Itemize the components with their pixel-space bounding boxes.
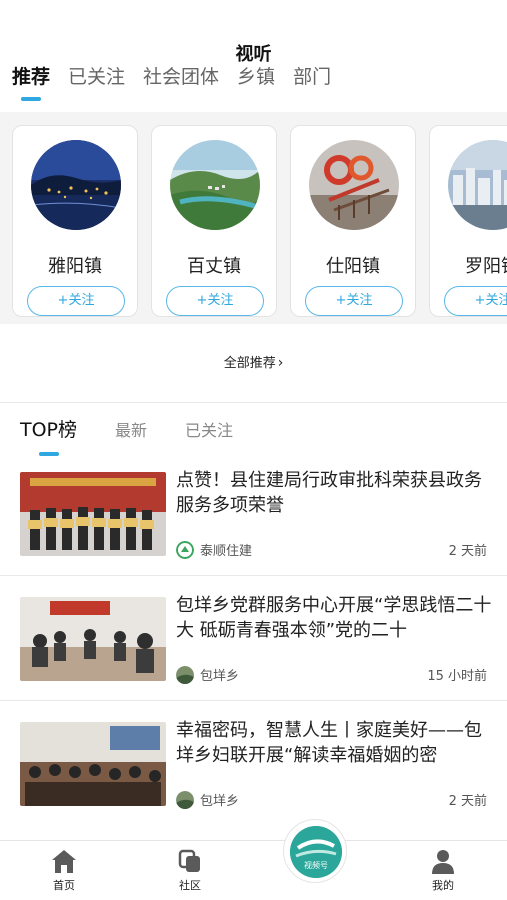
list-divider [0, 575, 507, 576]
nav-mine[interactable]: 我的 [413, 847, 473, 893]
nav-home-label: 首页 [53, 879, 75, 892]
town-avatar [170, 140, 260, 230]
news-source-name: 包垟乡 [200, 794, 240, 809]
tab-top-ranking[interactable]: TOP榜 [20, 415, 77, 442]
source-logo-icon [176, 790, 194, 809]
news-time: 2 天前 [448, 544, 487, 559]
news-item[interactable]: 包垟乡党群服务中心开展“学思践悟二十大 砥砺青春强本领”党的二十 包垟乡 15 … [0, 595, 507, 717]
news-source: 包垟乡 [176, 665, 239, 684]
recommend-card[interactable]: 雅阳镇 +关注 [12, 125, 138, 317]
source-logo-icon [176, 665, 194, 684]
follow-button[interactable]: +关注 [166, 286, 264, 316]
category-tabs: 推荐 已关注 社会团体 乡镇 部门 [12, 62, 331, 89]
town-name: 仕阳镇 [326, 256, 380, 277]
video-channel-label: 视频号 [304, 861, 328, 870]
news-time: 2 天前 [448, 794, 487, 809]
follow-button[interactable]: +关注 [444, 286, 507, 316]
list-tabs: TOP榜 最新 已关注 [20, 415, 233, 442]
news-thumbnail [20, 722, 166, 806]
tab-followed[interactable]: 已关注 [68, 62, 125, 89]
source-logo-icon [176, 540, 194, 559]
news-time: 15 小时前 [427, 669, 487, 684]
community-icon [178, 849, 200, 872]
town-avatar [448, 140, 507, 230]
news-item[interactable]: 点赞！县住建局行政审批科荣获县政务服务多项荣誉 泰顺住建 2 天前 [0, 470, 507, 592]
tab-latest[interactable]: 最新 [115, 417, 147, 441]
all-recommend-label: 全部推荐 [223, 356, 276, 371]
recommend-card[interactable]: 仕阳镇 +关注 [290, 125, 416, 317]
news-title: 包垟乡党群服务中心开展“学思践悟二十大 砥砺青春强本领”党的二十 [176, 595, 492, 641]
news-source: 泰顺住建 [176, 540, 252, 559]
chevron-right-icon: › [277, 355, 284, 371]
nav-community[interactable]: 社区 [160, 847, 220, 893]
news-title: 点赞！县住建局行政审批科荣获县政务服务多项荣誉 [176, 470, 482, 516]
nav-community-label: 社区 [179, 879, 201, 892]
town-name: 罗阳镇 [465, 256, 507, 277]
news-source: 包垟乡 [176, 790, 239, 809]
bottom-nav: 首页 社区 我的 [0, 840, 507, 900]
news-item[interactable]: 幸福密码，智慧人生丨家庭美好——包垟乡妇联开展“解读幸福婚姻的密 包垟乡 2 天… [0, 720, 507, 842]
town-name: 百丈镇 [187, 256, 241, 277]
news-source-name: 包垟乡 [200, 669, 240, 684]
tab-list-followed[interactable]: 已关注 [185, 417, 233, 441]
recommend-carousel[interactable]: 雅阳镇 +关注 百丈镇 +关注 仕阳镇 +关注 罗阳 +关注 [0, 112, 507, 324]
list-divider [0, 700, 507, 701]
news-source-name: 泰顺住建 [200, 544, 253, 559]
video-channel-button[interactable]: 视频号 [283, 819, 347, 883]
home-icon [52, 850, 76, 873]
user-icon [432, 850, 454, 874]
tab-recommend[interactable]: 推荐 [12, 62, 50, 89]
section-divider [0, 402, 507, 403]
tab-departments[interactable]: 部门 [293, 62, 331, 89]
news-thumbnail [20, 597, 166, 681]
recommend-card[interactable]: 百丈镇 +关注 [151, 125, 277, 317]
nav-mine-label: 我的 [432, 879, 454, 892]
town-avatar [31, 140, 121, 230]
news-thumbnail [20, 472, 166, 556]
tab-towns[interactable]: 乡镇 [237, 62, 275, 89]
nav-home[interactable]: 首页 [34, 847, 94, 893]
follow-button[interactable]: +关注 [27, 286, 125, 316]
town-name: 雅阳镇 [48, 256, 102, 277]
follow-button[interactable]: +关注 [305, 286, 403, 316]
tab-social-groups[interactable]: 社会团体 [143, 62, 219, 89]
video-channel-logo-icon: 视频号 [290, 826, 342, 878]
news-title: 幸福密码，智慧人生丨家庭美好——包垟乡妇联开展“解读幸福婚姻的密 [176, 720, 482, 766]
recommend-card[interactable]: 罗阳镇 +关注 [429, 125, 507, 317]
town-avatar [309, 140, 399, 230]
all-recommend-link[interactable]: 全部推荐 › [0, 352, 507, 371]
